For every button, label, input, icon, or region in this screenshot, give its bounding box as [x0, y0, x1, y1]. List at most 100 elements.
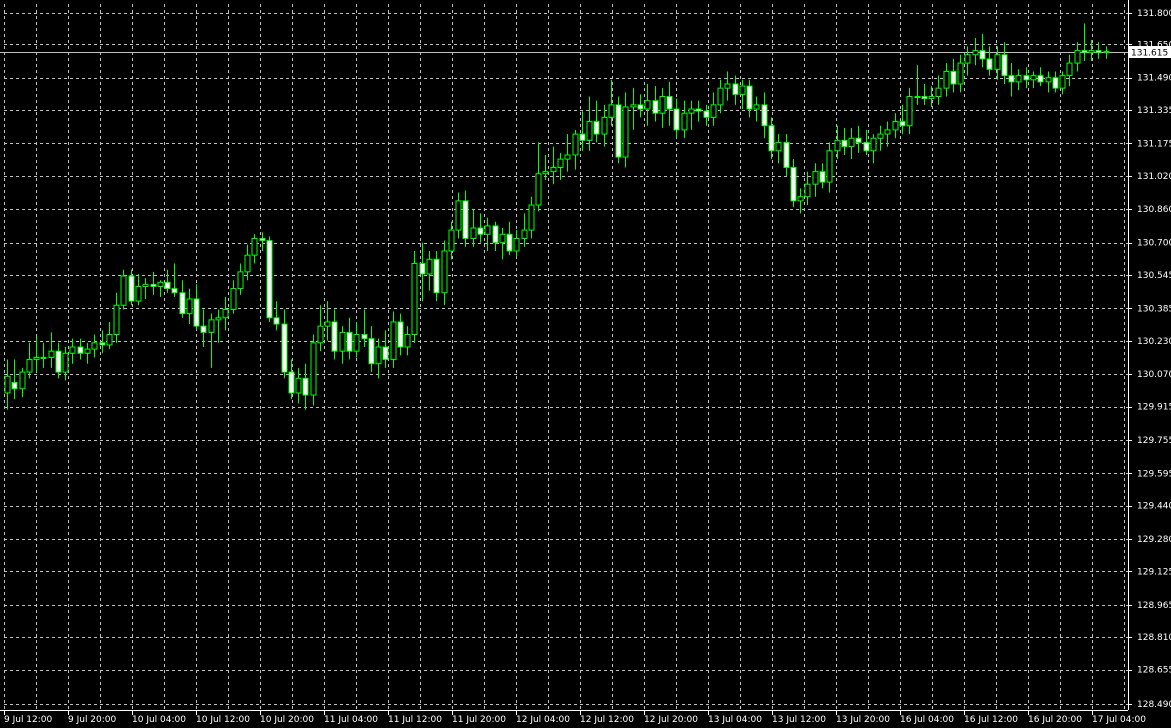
candle-body	[572, 133, 579, 156]
candle-body	[244, 254, 251, 273]
candlestick-chart-svg[interactable]: 131.800131.650131.490131.335131.175131.0…	[0, 0, 1171, 728]
candle-body	[470, 227, 477, 239]
candle-body	[273, 317, 280, 325]
candle-body	[652, 100, 659, 114]
candle-body	[404, 333, 411, 348]
x-tick-label: 16 Jul 04:00	[900, 715, 954, 725]
candle-body	[593, 121, 600, 135]
candle-body	[557, 158, 564, 168]
candle-body	[783, 141, 790, 168]
candle-body	[164, 281, 171, 290]
candle-body	[200, 325, 207, 333]
candle-body	[390, 321, 397, 361]
candle-body	[957, 62, 964, 85]
candle-body	[928, 96, 935, 100]
y-tick-label: 130.070	[1137, 370, 1171, 380]
candle-body	[804, 183, 811, 198]
candle-body	[688, 108, 695, 114]
x-tick-label: 11 Jul 20:00	[452, 715, 506, 725]
candle-body	[157, 281, 164, 287]
candle-body	[171, 288, 178, 294]
candle-body	[535, 173, 542, 206]
x-tick-label: 11 Jul 12:00	[388, 715, 442, 725]
candle-body	[506, 233, 513, 252]
x-tick-label: 13 Jul 12:00	[772, 715, 826, 725]
candle-body	[1059, 75, 1066, 89]
candle-body	[317, 325, 324, 344]
y-tick-label: 128.490	[1137, 700, 1171, 710]
y-tick-label: 129.440	[1137, 502, 1171, 512]
y-tick-label: 131.800	[1137, 9, 1171, 19]
candle-body	[492, 225, 499, 244]
candle-body	[855, 137, 862, 143]
candle-body	[863, 141, 870, 152]
candle-body	[986, 58, 993, 70]
candle-body	[673, 108, 680, 131]
x-tick-label: 10 Jul 04:00	[132, 715, 186, 725]
x-tick-label: 13 Jul 20:00	[836, 715, 890, 725]
candle-body	[550, 166, 557, 173]
candle[interactable]	[266, 236, 273, 322]
candle-body	[746, 85, 753, 110]
candle-body	[601, 116, 608, 135]
candle[interactable]	[411, 250, 418, 343]
candle[interactable]	[615, 96, 622, 164]
candle-body	[761, 104, 768, 127]
y-tick-label: 131.175	[1137, 139, 1171, 149]
candle-body	[1037, 75, 1044, 83]
candle-body	[1030, 75, 1037, 81]
candle-body	[69, 346, 76, 354]
candle-body	[368, 338, 375, 365]
candle-body	[222, 308, 229, 319]
candle-body	[48, 350, 55, 358]
candle-body	[375, 346, 382, 365]
candle-body	[455, 200, 462, 231]
candle-body	[819, 171, 826, 183]
y-tick-label: 129.280	[1137, 535, 1171, 545]
candle-body	[426, 258, 433, 275]
candle-body	[790, 166, 797, 202]
x-tick-label: 17 Jul 04:00	[1092, 715, 1146, 725]
candle-body	[135, 285, 142, 302]
candle-body	[106, 333, 113, 346]
candle-body	[579, 133, 586, 141]
candle[interactable]	[310, 334, 317, 406]
candle-body	[361, 333, 368, 340]
candle-body	[186, 298, 193, 315]
candle-body	[62, 352, 69, 373]
y-tick-label: 129.915	[1137, 403, 1171, 413]
candle-body	[281, 323, 288, 373]
candle-body	[964, 54, 971, 64]
candle-body	[11, 382, 18, 390]
candle-body	[564, 154, 571, 160]
candle-body	[259, 237, 266, 242]
candle-body	[208, 319, 215, 333]
candle-body	[324, 321, 331, 327]
candle-body	[1008, 75, 1015, 83]
candle-body	[150, 283, 157, 287]
candle-body	[914, 96, 921, 99]
candle-body	[179, 292, 186, 315]
candle-body	[99, 342, 106, 346]
candle-body	[724, 83, 731, 89]
candle-body	[732, 83, 739, 95]
candle-body	[848, 137, 855, 148]
candle-body	[33, 356, 40, 361]
y-tick-label: 130.230	[1137, 337, 1171, 347]
candle-body	[397, 321, 404, 348]
x-tick-label: 13 Jul 04:00	[708, 715, 762, 725]
candle-body	[230, 288, 237, 310]
candle-body	[84, 348, 91, 354]
candle-body	[193, 298, 200, 327]
x-tick-label: 11 Jul 04:00	[324, 715, 378, 725]
x-tick-label: 12 Jul 12:00	[580, 715, 634, 725]
candle-body	[812, 171, 819, 185]
x-tick-label: 12 Jul 20:00	[644, 715, 698, 725]
candle-body	[739, 85, 746, 95]
y-tick-label: 129.125	[1137, 567, 1171, 577]
price-chart[interactable]: 131.800 131.650 131.490 131.335 131.175 131.0…	[0, 0, 1171, 728]
candle[interactable]	[120, 269, 127, 310]
candle-body	[630, 104, 637, 108]
candle-body	[950, 70, 957, 85]
candle-body	[1052, 77, 1059, 89]
